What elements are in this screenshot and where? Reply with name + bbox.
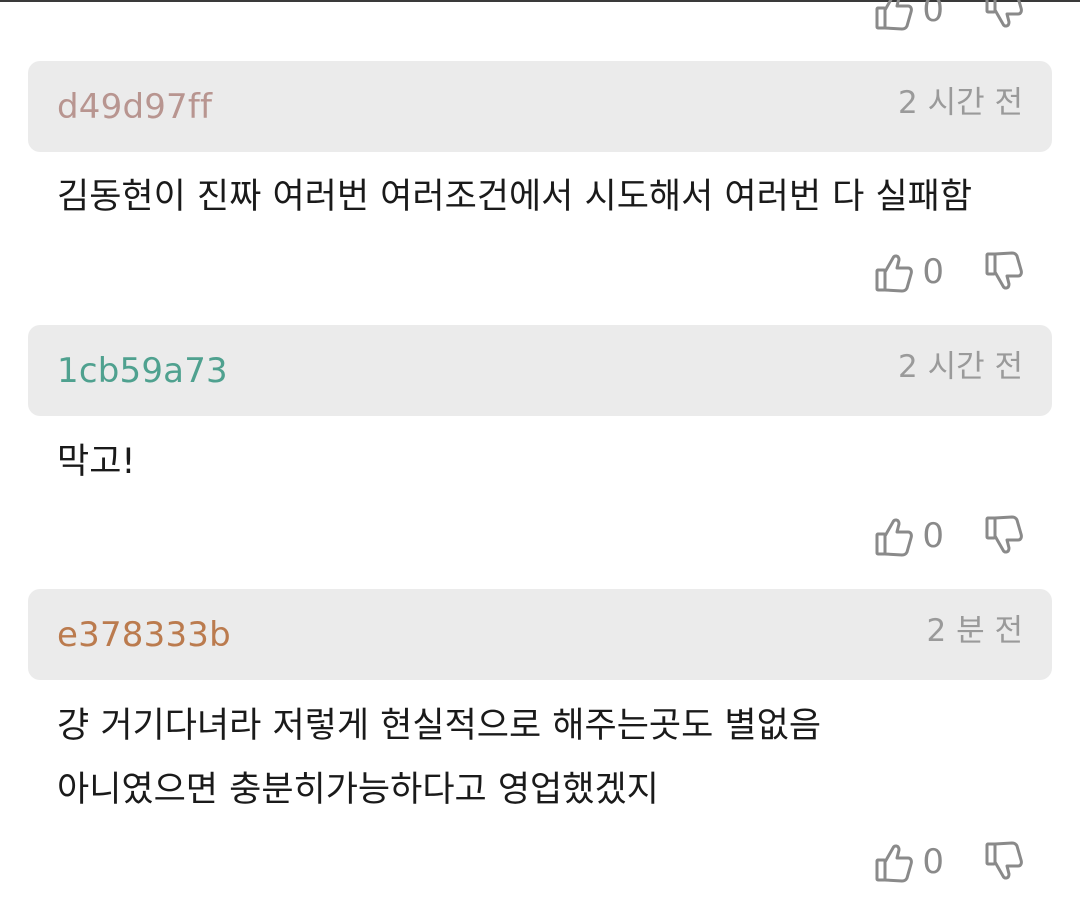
vote-row: 0	[874, 838, 1024, 886]
like-count: 0	[922, 516, 944, 556]
thumbs-down-icon	[985, 0, 1023, 28]
thumbs-up-icon	[875, 518, 914, 557]
like-count: 0	[922, 0, 944, 30]
vote-row: 0	[874, 512, 1024, 560]
dislike-button[interactable]	[984, 250, 1024, 294]
vote-row-partial: 0	[874, 0, 1024, 34]
vote-row: 0	[874, 248, 1024, 296]
thumbs-up-icon	[875, 254, 914, 293]
comment-timestamp: 2 시간 전	[898, 349, 1023, 385]
comment-author[interactable]: d49d97ff	[57, 85, 212, 129]
thumbs-down-icon	[985, 515, 1023, 554]
comment-timestamp: 2 분 전	[926, 613, 1023, 649]
dislike-button[interactable]	[984, 514, 1024, 558]
thumbs-down-icon	[985, 841, 1023, 880]
like-button[interactable]: 0	[874, 840, 984, 884]
like-button[interactable]: 0	[874, 250, 984, 294]
dislike-button[interactable]	[984, 840, 1024, 884]
comment-body: 김동현이 진짜 여러번 여러조건에서 시도해서 여러번 다 실패함	[57, 177, 973, 217]
comment-header: e378333b 2 분 전	[28, 589, 1052, 680]
like-button[interactable]: 0	[874, 514, 984, 558]
comment-author[interactable]: e378333b	[57, 613, 231, 657]
like-count: 0	[922, 252, 944, 292]
comment-timestamp: 2 시간 전	[898, 85, 1023, 121]
dislike-button[interactable]	[984, 0, 1024, 32]
comment-body-line: 걍 거기다녀라 저렇게 현실적으로 해주는곳도 별없음	[57, 706, 822, 746]
like-count: 0	[922, 842, 944, 882]
thumbs-up-icon	[875, 844, 914, 883]
comment-body: 막고!	[57, 442, 136, 482]
thumbs-up-icon	[875, 0, 914, 31]
comment-header: 1cb59a73 2 시간 전	[28, 325, 1052, 416]
thumbs-down-icon	[985, 251, 1023, 290]
comment-body-line: 아니였으면 충분히가능하다고 영업했겠지	[57, 770, 659, 810]
comment-header: d49d97ff 2 시간 전	[28, 61, 1052, 152]
like-button[interactable]: 0	[874, 0, 984, 32]
comment-author[interactable]: 1cb59a73	[57, 349, 228, 393]
